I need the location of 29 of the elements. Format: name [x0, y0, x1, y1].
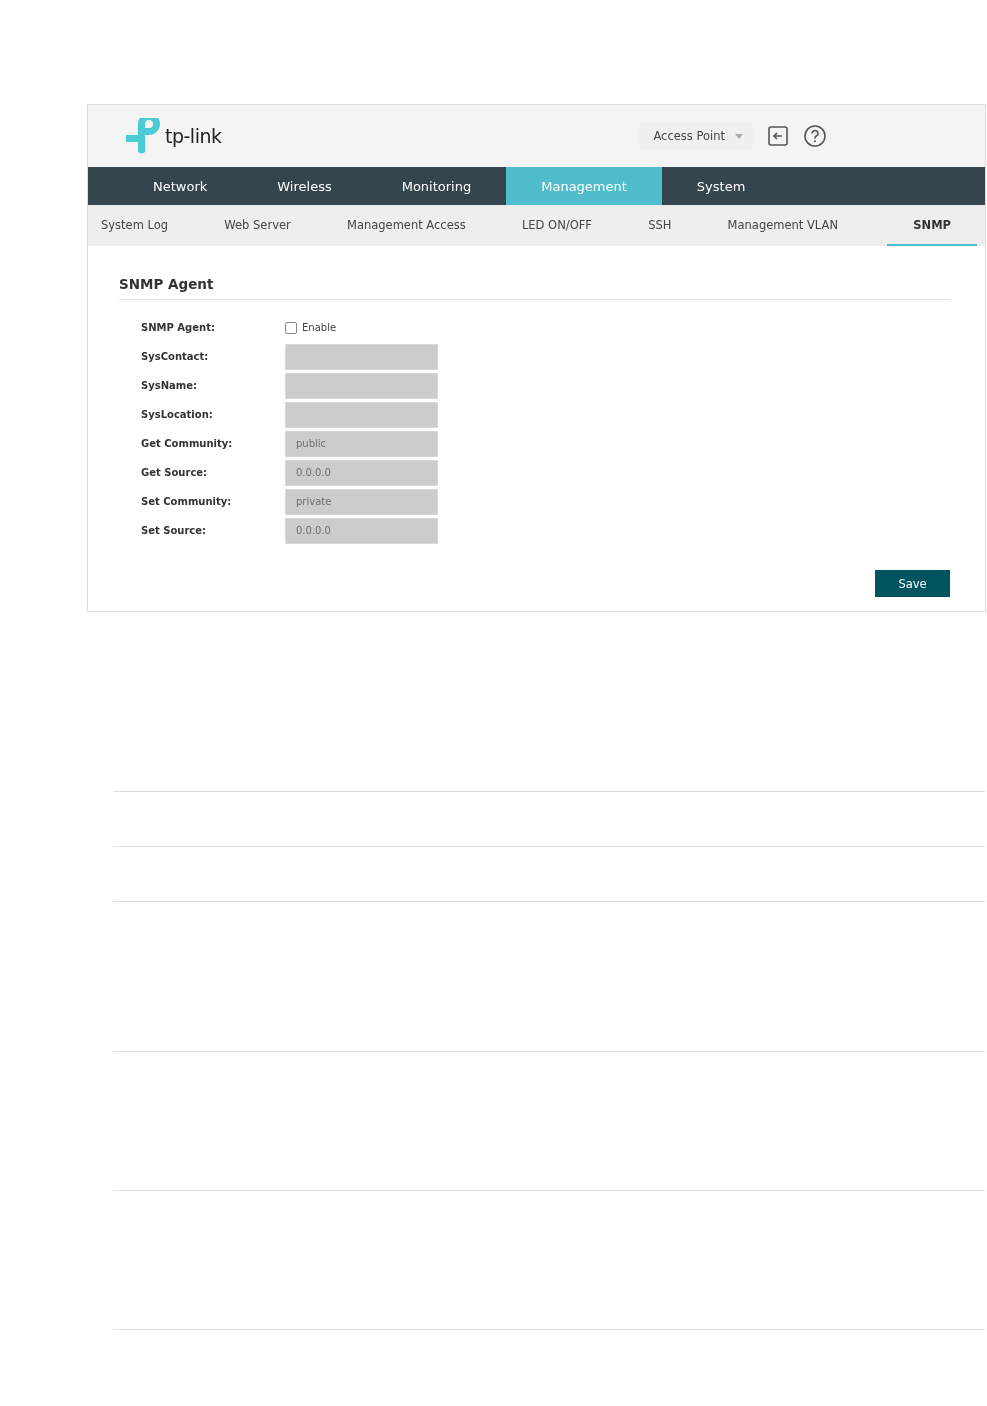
save-button[interactable]: Save	[875, 570, 950, 597]
field-label: SysName:	[141, 380, 198, 391]
field-label: SysLocation:	[141, 409, 214, 420]
nav-tab[interactable]: Network	[118, 167, 243, 205]
sub-tab[interactable]: SNMP	[887, 205, 977, 246]
section-title: SNMP Agent	[119, 276, 950, 300]
nav-tab[interactable]: Wireless	[242, 167, 367, 205]
nav-tab[interactable]: System	[661, 167, 781, 205]
field-label: Get Source:	[141, 467, 209, 478]
field-label: Get Community:	[141, 438, 234, 449]
sub-tab[interactable]: Web Server	[217, 205, 298, 246]
mode-dropdown[interactable]: Access Point	[639, 123, 753, 149]
caret-icon	[735, 133, 743, 139]
logo-icon	[126, 118, 162, 154]
checkbox[interactable]	[285, 321, 297, 334]
sub-tab[interactable]: Management Access	[339, 205, 473, 246]
logout-icon[interactable]	[767, 125, 789, 147]
sub-tab[interactable]: System Log	[94, 205, 176, 246]
help-icon[interactable]	[803, 124, 827, 148]
sub-tab[interactable]: SSH	[641, 205, 679, 246]
brand-name: tp-link	[165, 125, 222, 147]
sub-tab[interactable]: Management VLAN	[720, 205, 845, 246]
field-label: SysContact:	[141, 351, 210, 362]
field-label: Set Community:	[141, 496, 233, 507]
field-label: Set Source:	[141, 525, 208, 536]
nav-tab[interactable]: Monitoring	[366, 167, 507, 205]
sub-tab[interactable]: LED ON/OFF	[514, 205, 599, 246]
checkbox-label: Enable	[302, 322, 337, 333]
field-label: SNMP Agent:	[141, 322, 216, 333]
